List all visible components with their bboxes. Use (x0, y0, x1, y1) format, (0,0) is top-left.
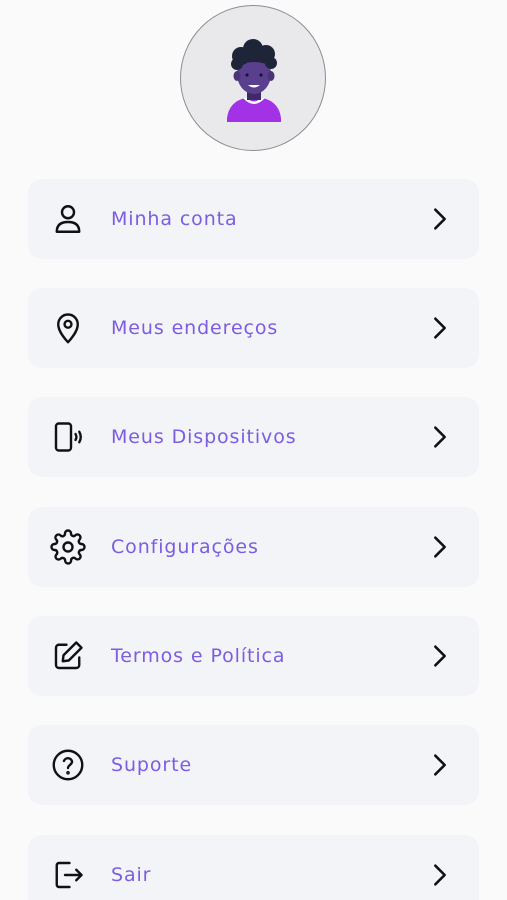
menu-item-label: Configurações (111, 536, 259, 558)
menu-item-sair[interactable]: Sair (28, 835, 479, 900)
menu-item-configuracoes[interactable]: Configurações (28, 507, 479, 587)
chevron-right-icon (426, 423, 454, 451)
menu-item-label: Meus Dispositivos (111, 426, 297, 448)
chevron-right-icon (426, 205, 454, 233)
help-circle-icon (50, 747, 86, 783)
location-pin-icon (50, 310, 86, 346)
chevron-right-icon (426, 533, 454, 561)
profile-avatar[interactable] (180, 5, 326, 151)
profile-menu-screen: Minha conta Meus endereços Meus Disposit… (0, 0, 507, 900)
chevron-right-icon (426, 314, 454, 342)
phone-vibrate-icon (50, 419, 86, 455)
menu-item-label: Suporte (111, 754, 193, 776)
menu-item-minha-conta[interactable]: Minha conta (28, 179, 479, 259)
chevron-right-icon (426, 751, 454, 779)
avatar-illustration (227, 39, 281, 122)
menu-item-suporte[interactable]: Suporte (28, 725, 479, 805)
menu-item-label: Meus endereços (111, 317, 279, 339)
menu-item-meus-dispositivos[interactable]: Meus Dispositivos (28, 397, 479, 477)
gear-icon (50, 529, 86, 565)
menu-item-label: Sair (111, 864, 152, 886)
logout-icon (50, 857, 86, 893)
menu-item-termos-e-politica[interactable]: Termos e Política (28, 616, 479, 696)
menu-item-meus-enderecos[interactable]: Meus endereços (28, 288, 479, 368)
menu-item-label: Minha conta (111, 208, 238, 230)
menu-item-label: Termos e Política (111, 645, 286, 667)
chevron-right-icon (426, 861, 454, 889)
chevron-right-icon (426, 642, 454, 670)
edit-icon (50, 638, 86, 674)
user-icon (50, 201, 86, 237)
